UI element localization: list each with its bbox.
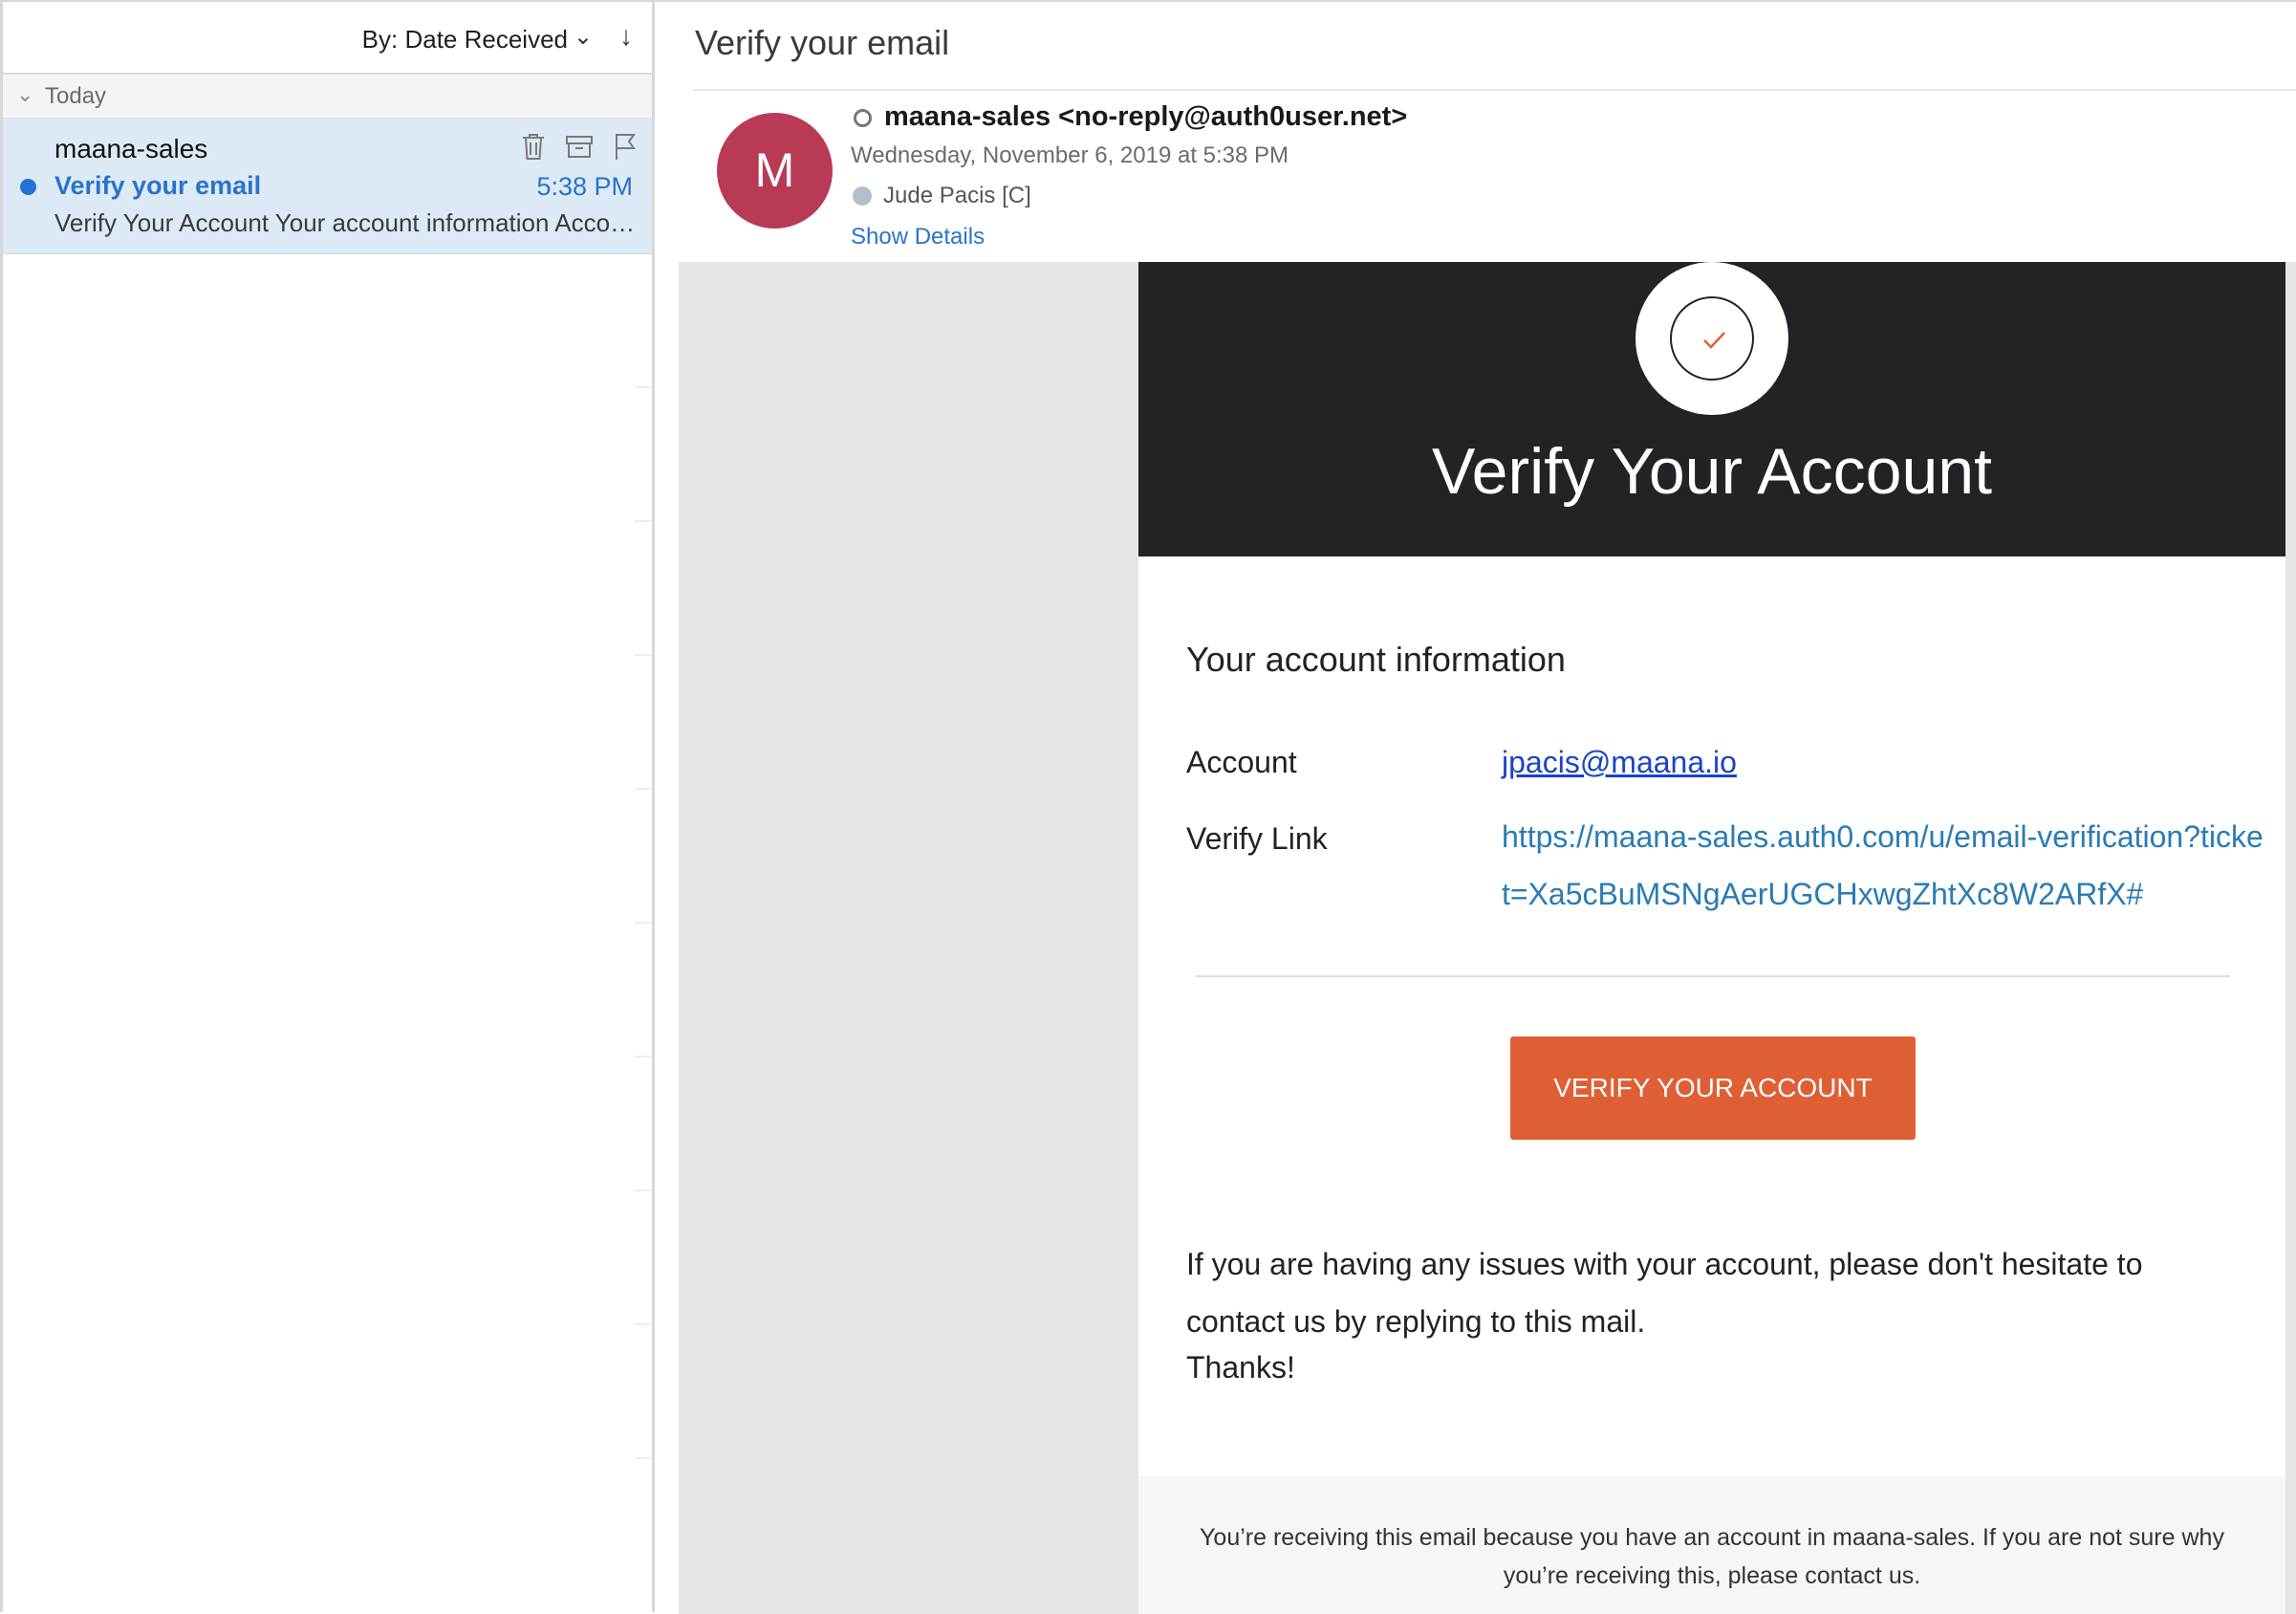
thanks-text: Thanks! [1186, 1350, 1295, 1385]
archive-icon[interactable] [563, 130, 596, 163]
flag-icon[interactable] [609, 130, 641, 163]
content-divider [1196, 975, 2230, 977]
message-title: Verify your email [695, 23, 950, 62]
message-subject: Verify your email [54, 171, 262, 200]
message-list-item[interactable]: maana-sales Verify your email 5:38 PM Ve… [3, 119, 652, 254]
email-body: Verify Your Account Your account informa… [679, 262, 2296, 1614]
show-details-link[interactable]: Show Details [851, 224, 985, 251]
check-icon [1703, 332, 1725, 349]
unread-indicator [20, 179, 36, 195]
help-text: If you are having any issues with your a… [1186, 1247, 2143, 1339]
list-divider [635, 922, 652, 924]
list-divider [635, 520, 652, 522]
group-header-today[interactable]: ⌄ Today [3, 75, 652, 119]
hero-badge [1635, 262, 1788, 415]
group-label: Today [45, 83, 107, 109]
section-title: Your account information [1186, 640, 1566, 679]
sender-address[interactable]: maana-sales <no-reply@auth0user.net> [884, 101, 1407, 133]
account-email-link[interactable]: jpacis@maana.io [1502, 745, 1737, 780]
verify-link[interactable]: https://maana-sales.auth0.com/u/email-ve… [1502, 808, 2266, 923]
verify-account-button[interactable]: VERIFY YOUR ACCOUNT [1510, 1036, 1916, 1140]
list-divider [635, 788, 652, 790]
verify-link-label: Verify Link [1186, 821, 1328, 856]
email-footer: You’re receiving this email because you … [1138, 1476, 2285, 1614]
title-divider [693, 89, 2296, 91]
recipient-name[interactable]: Jude Pacis [C] [883, 183, 1031, 209]
message-date: Wednesday, November 6, 2019 at 5:38 PM [851, 142, 1289, 168]
chevron-down-icon[interactable]: ⌄ [574, 23, 593, 51]
list-divider [635, 1189, 652, 1191]
message-sender: maana-sales [54, 134, 208, 164]
list-divider [635, 1323, 652, 1325]
list-divider [635, 654, 652, 656]
account-label: Account [1186, 745, 1297, 779]
message-time: 5:38 PM [536, 172, 633, 201]
message-reader-pane: Verify your email M maana-sales <no-repl… [655, 0, 2296, 1614]
list-divider [635, 1056, 652, 1058]
arrow-down-icon[interactable]: ↓ [619, 21, 633, 52]
presence-status-icon [854, 109, 872, 127]
message-preview: Verify Your Account Your account informa… [54, 208, 638, 237]
hero-title: Verify Your Account [1432, 435, 1992, 508]
recipient-presence-icon [853, 186, 872, 206]
sender-avatar[interactable]: M [717, 113, 833, 229]
hero-badge-ring [1670, 296, 1754, 381]
sort-bar: By: Date Received ⌄ ↓ [3, 2, 652, 75]
email-card: Verify Your Account Your account informa… [1138, 262, 2285, 1614]
trash-icon[interactable] [517, 130, 550, 163]
list-divider [635, 386, 652, 388]
message-list-pane: By: Date Received ⌄ ↓ ⌄ Today maana-sale… [0, 0, 655, 1612]
email-hero: Verify Your Account [1138, 262, 2285, 556]
sort-by-button[interactable]: By: Date Received [362, 25, 568, 55]
footer-text: You’re receiving this email because you … [1200, 1524, 2224, 1589]
chevron-down-icon[interactable]: ⌄ [16, 82, 33, 107]
list-divider [635, 1457, 652, 1459]
